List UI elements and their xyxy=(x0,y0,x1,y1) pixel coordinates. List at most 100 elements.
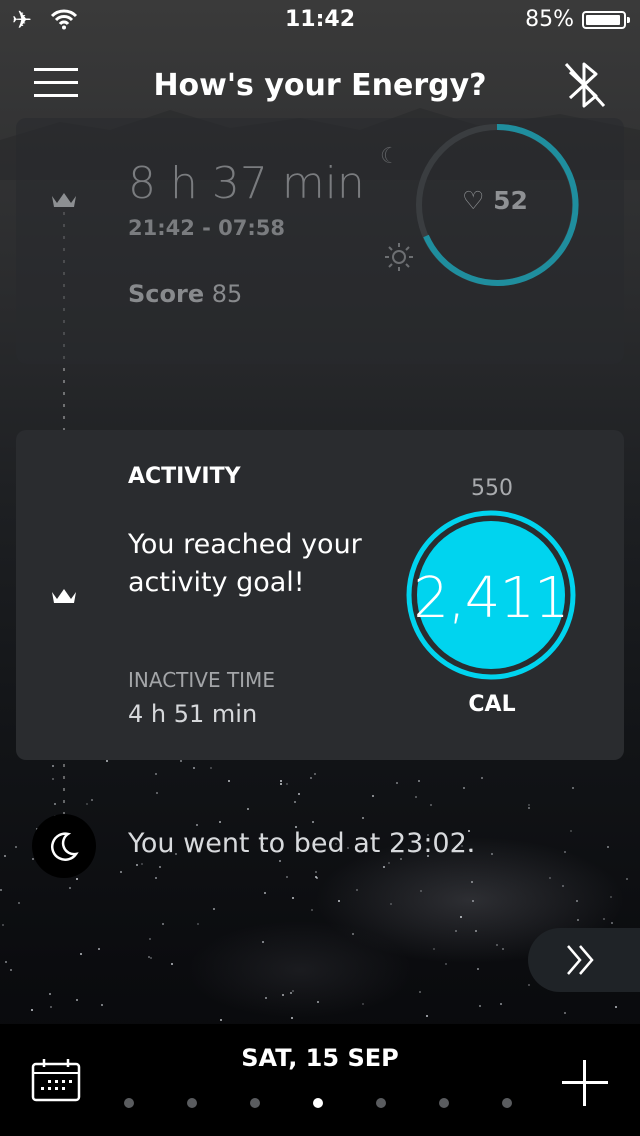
star xyxy=(610,896,612,898)
heart-rate: ♡ 52 xyxy=(462,186,528,215)
star xyxy=(98,948,100,950)
star xyxy=(210,767,212,769)
score-value: 85 xyxy=(211,280,243,308)
star xyxy=(101,1004,103,1006)
star xyxy=(471,881,473,883)
star xyxy=(564,851,566,853)
battery-percentage: 85% xyxy=(525,7,574,32)
battery-icon xyxy=(582,11,630,29)
activity-title: ACTIVITY xyxy=(128,464,241,489)
star xyxy=(280,780,282,782)
moon-icon xyxy=(32,814,96,878)
app-header: How's your Energy? xyxy=(0,50,640,120)
activity-goal: 550 xyxy=(471,476,513,501)
current-date: SAT, 15 SEP xyxy=(241,1044,399,1072)
star xyxy=(150,957,152,959)
score-label: Score xyxy=(128,280,205,308)
star xyxy=(496,944,498,946)
star xyxy=(247,808,249,810)
star xyxy=(477,968,479,970)
star xyxy=(197,923,199,925)
sleep-card[interactable]: 8 h 37 min 21:42 - 07:58 Score 85 ☾ ♡ 52 xyxy=(16,118,624,364)
crown-icon xyxy=(52,589,76,603)
star xyxy=(282,994,284,996)
bedtime-text: You went to bed at 23:02. xyxy=(128,828,476,859)
plus-icon[interactable] xyxy=(562,1060,608,1106)
star xyxy=(615,1006,617,1008)
star xyxy=(264,892,266,894)
star xyxy=(286,876,288,878)
page-dot[interactable] xyxy=(187,1098,197,1108)
star xyxy=(136,864,138,866)
page-dot[interactable] xyxy=(439,1098,449,1108)
inactive-time-label: INACTIVE TIME xyxy=(128,668,275,692)
star xyxy=(162,923,164,925)
star xyxy=(86,803,88,805)
star xyxy=(316,877,318,879)
star xyxy=(577,919,579,921)
star xyxy=(372,795,374,797)
star xyxy=(2,924,4,926)
page-indicator[interactable] xyxy=(124,1098,524,1110)
star xyxy=(390,903,392,905)
heart-icon: ♡ xyxy=(462,186,485,215)
star xyxy=(603,918,605,920)
star xyxy=(10,969,12,971)
star xyxy=(4,855,6,857)
star xyxy=(528,804,530,806)
crown-icon xyxy=(52,193,76,207)
star xyxy=(502,948,504,950)
star xyxy=(383,866,385,868)
status-bar: ✈ 11:42 85% xyxy=(0,0,640,40)
star xyxy=(310,777,312,779)
star xyxy=(50,1006,52,1008)
double-chevron-right-icon xyxy=(567,945,594,975)
star xyxy=(418,780,420,782)
star xyxy=(445,963,447,965)
star xyxy=(562,885,564,887)
page-dot[interactable] xyxy=(376,1098,386,1108)
star xyxy=(213,908,215,910)
star xyxy=(419,991,421,993)
star xyxy=(430,804,432,806)
page-title: How's your Energy? xyxy=(153,68,487,103)
star xyxy=(106,760,108,762)
star xyxy=(265,997,267,999)
star xyxy=(148,956,150,958)
star xyxy=(290,992,292,994)
star xyxy=(572,787,574,789)
star xyxy=(280,783,282,785)
activity-card[interactable]: ACTIVITY You reached your activity goal!… xyxy=(16,430,624,760)
star xyxy=(15,846,17,848)
star xyxy=(69,887,71,889)
star xyxy=(433,948,435,950)
bluetooth-icon[interactable] xyxy=(560,58,610,112)
star xyxy=(31,1009,33,1011)
star xyxy=(52,778,54,780)
star xyxy=(171,963,173,965)
next-day-button[interactable] xyxy=(528,928,640,992)
page-dot[interactable] xyxy=(313,1098,323,1108)
star xyxy=(76,999,78,1001)
page-dot[interactable] xyxy=(124,1098,134,1108)
star xyxy=(196,824,198,826)
calorie-value: 2,411 xyxy=(413,566,569,631)
star xyxy=(611,922,613,924)
calorie-unit: CAL xyxy=(468,692,516,717)
star xyxy=(564,1012,566,1014)
star xyxy=(298,793,300,795)
page-dot[interactable] xyxy=(502,1098,512,1108)
star xyxy=(311,909,313,911)
page-dot[interactable] xyxy=(250,1098,260,1108)
star xyxy=(219,821,221,823)
star xyxy=(362,1003,364,1005)
star xyxy=(120,871,122,873)
star xyxy=(481,777,483,779)
star xyxy=(396,782,398,784)
star xyxy=(576,900,578,902)
star xyxy=(52,765,54,767)
sleep-duration: 8 h 37 min xyxy=(128,158,365,209)
star xyxy=(455,930,457,932)
star xyxy=(607,846,609,848)
star xyxy=(286,783,288,785)
